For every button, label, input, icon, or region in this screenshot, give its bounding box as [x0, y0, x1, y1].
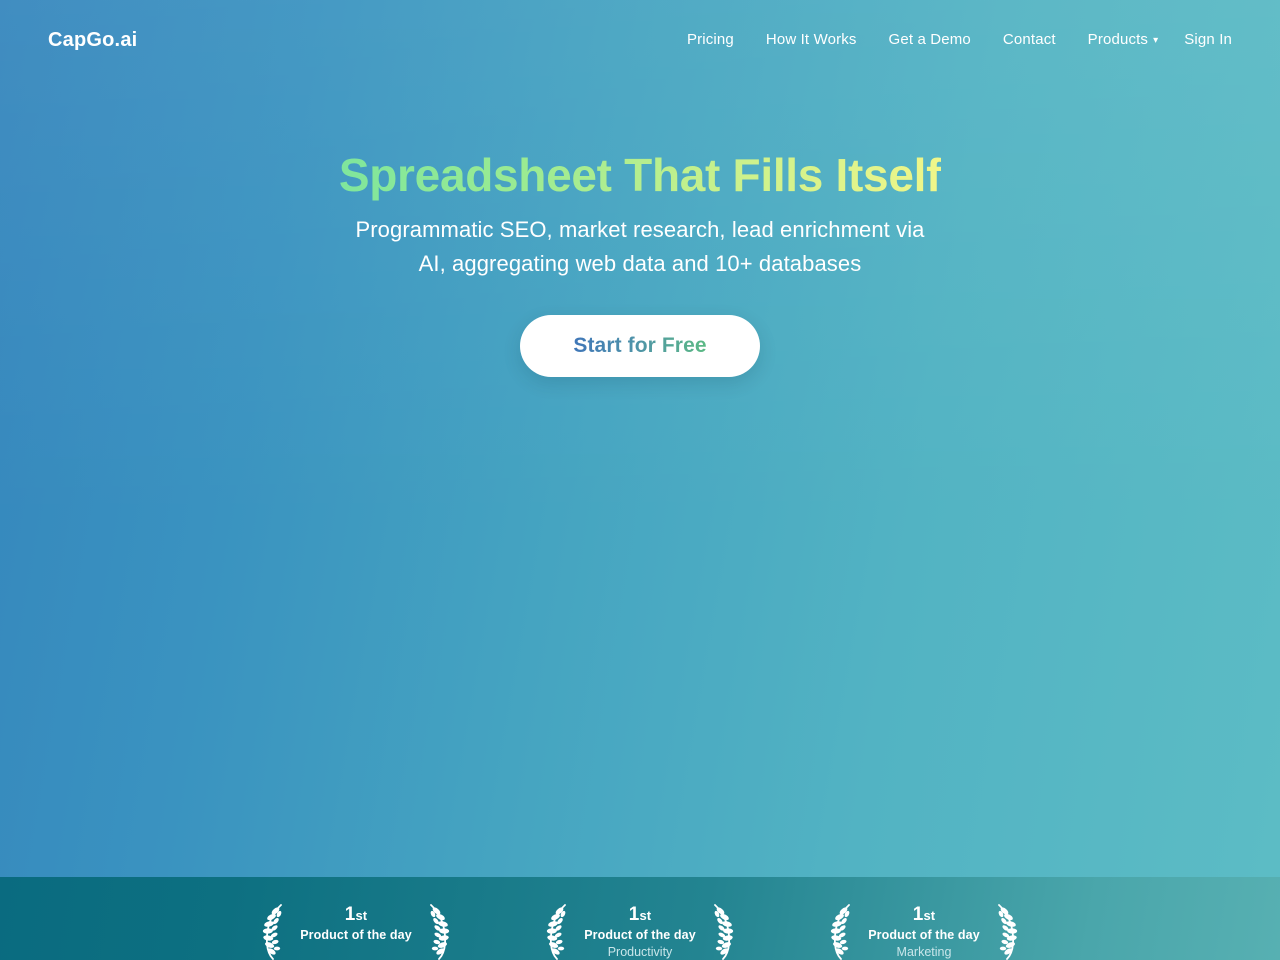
navbar: CapGo.ai Pricing How It Works Get a Demo… [0, 0, 1280, 82]
laurel-wreath-icon [998, 904, 1018, 960]
laurel-wreath-icon [262, 904, 282, 960]
nav-links: Pricing How It Works Get a Demo Contact … [671, 29, 1232, 51]
award-rank: 1st [291, 904, 421, 927]
award-rank-suffix: st [923, 908, 936, 923]
award-category: Marketing [896, 945, 952, 959]
award-rank-number: 1 [628, 904, 640, 925]
award-badge-text: 1st Product of the day Productivity [575, 902, 705, 960]
award-title: Product of the day [868, 928, 980, 942]
chevron-down-icon: ▾ [1153, 35, 1159, 46]
laurel-wreath-icon [830, 904, 850, 960]
award-rank-suffix: st [355, 908, 368, 923]
start-for-free-button[interactable]: Start for Free [520, 315, 760, 377]
nav-item-sign-in[interactable]: Sign In [1168, 29, 1232, 51]
nav-item-products[interactable]: Products ▾ [1072, 29, 1169, 51]
nav-item-how-it-works[interactable]: How It Works [750, 29, 873, 51]
hero-content: Spreadsheet That Fills Itself Programmat… [0, 148, 1280, 377]
award-rank-number: 1 [344, 904, 356, 925]
nav-item-get-a-demo[interactable]: Get a Demo [873, 29, 987, 51]
nav-item-contact[interactable]: Contact [987, 29, 1072, 51]
hero-subtitle-line-1: Programmatic SEO, market research, lead … [355, 217, 925, 242]
awards-band: 1st Product of the day 1st Product of th… [0, 877, 1280, 960]
award-rank: 1st [575, 904, 705, 927]
award-title: Product of the day [300, 928, 412, 942]
award-badge: 1st Product of the day Productivity [535, 902, 745, 960]
laurel-wreath-icon [430, 904, 450, 960]
laurel-wreath-icon [714, 904, 734, 960]
award-rank-suffix: st [639, 908, 652, 923]
nav-item-products-label: Products [1087, 31, 1149, 48]
award-rank-number: 1 [912, 904, 924, 925]
cta-container: Start for Free [0, 315, 1280, 377]
nav-item-pricing[interactable]: Pricing [671, 29, 750, 51]
hero-section: CapGo.ai Pricing How It Works Get a Demo… [0, 0, 1280, 877]
award-badge-text: 1st Product of the day Marketing [859, 902, 989, 960]
hero-subtitle-line-2: AI, aggregating web data and 10+ databas… [418, 251, 862, 276]
awards-row: 1st Product of the day 1st Product of th… [0, 877, 1280, 960]
award-rank: 1st [859, 904, 989, 927]
award-badge: 1st Product of the day [251, 902, 461, 960]
start-for-free-label: Start for Free [573, 334, 707, 357]
page-title: Spreadsheet That Fills Itself [338, 149, 942, 201]
laurel-wreath-icon [546, 904, 566, 960]
award-category: Productivity [607, 945, 673, 959]
award-badge-text: 1st Product of the day [291, 902, 421, 944]
hero-subtitle: Programmatic SEO, market research, lead … [0, 213, 1280, 281]
award-badge: 1st Product of the day Marketing [819, 902, 1029, 960]
award-title: Product of the day [584, 928, 696, 942]
brand-logo[interactable]: CapGo.ai [48, 29, 137, 52]
